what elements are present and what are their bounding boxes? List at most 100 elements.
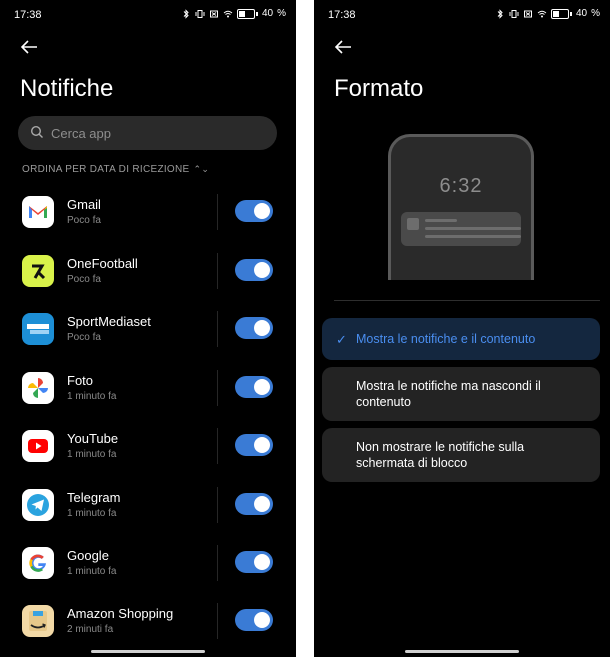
notification-toggle[interactable] [235,609,273,631]
row-divider [217,370,218,406]
app-name: SportMediaset [67,314,151,329]
toggle-knob [254,320,270,336]
battery-level: 40 [261,8,274,19]
option-label: Mostra le notifiche e il contenuto [356,332,536,346]
toggle-knob [254,554,270,570]
toggle-knob [254,437,270,453]
preview-notification-card [401,212,521,246]
option-label: Non mostrare le notifiche sulla schermat… [356,440,525,470]
option-label: Mostra le notifiche ma nascondi il conte… [356,379,541,409]
row-divider [217,603,218,639]
preview-line [425,227,521,230]
status-time: 17:38 [328,9,356,21]
notification-toggle[interactable] [235,434,273,456]
app-time: Poco fa [67,274,101,285]
sort-chevron-icon: ⌃⌄ [193,164,210,174]
app-time: Poco fa [67,332,101,343]
row-divider [217,253,218,289]
notification-toggle[interactable] [235,259,273,281]
onefootball-icon [22,255,54,287]
photos-icon [22,372,54,404]
toggle-knob [254,612,270,628]
divider [334,300,600,301]
home-indicator[interactable] [405,650,519,653]
notification-toggle[interactable] [235,376,273,398]
status-bar: 17:38 40% [0,0,296,28]
option-show-content[interactable]: ✓ Mostra le notifiche e il contenuto [322,318,600,360]
app-row-onefootball[interactable]: OneFootball Poco fa [0,253,296,311]
bluetooth-icon [183,8,189,19]
search-icon [30,125,43,138]
notification-toggle[interactable] [235,551,273,573]
row-divider [217,311,218,347]
battery-percent-sign: % [277,8,286,19]
app-row-gmail[interactable]: Gmail Poco fa [0,194,296,252]
toggle-knob [254,262,270,278]
app-row-sportmediaset[interactable]: SportMediaset Poco fa [0,311,296,369]
app-time: Poco fa [67,215,101,226]
wifi-icon [223,10,233,17]
app-row-telegram[interactable]: Telegram 1 minuto fa [0,487,296,545]
notification-toggle[interactable] [235,317,273,339]
sim-off-icon [523,10,532,17]
app-name: Telegram [67,490,121,505]
sort-selector[interactable]: ORDINA PER DATA DI RICEZIONE ⌃⌄ [22,164,209,175]
battery-percent-sign: % [591,8,600,19]
telegram-icon [22,489,54,521]
preview-line [425,235,521,238]
app-row-google[interactable]: Google 1 minuto fa [0,545,296,603]
page-title: Notifiche [20,75,114,102]
row-divider [217,487,218,523]
preview-clock: 6:32 [439,175,483,197]
sportmediaset-icon [22,313,54,345]
notification-toggle[interactable] [235,493,273,515]
app-row-foto[interactable]: Foto 1 minuto fa [0,370,296,428]
app-row-amazon-shopping[interactable]: Amazon Shopping 2 minuti fa [0,603,296,657]
row-divider [217,545,218,581]
option-hide-notifications[interactable]: Non mostrare le notifiche sulla schermat… [322,428,600,482]
checkmark-icon: ✓ [336,332,347,347]
sort-label: ORDINA PER DATA DI RICEZIONE [22,164,190,175]
toggle-knob [254,203,270,219]
preview-app-icon [407,218,419,230]
status-icons: 40% [495,8,600,19]
notification-toggle[interactable] [235,200,273,222]
app-name: Gmail [67,197,101,212]
battery-tip [569,11,572,16]
preview-line [425,219,457,222]
app-time: 1 minuto fa [67,391,117,402]
battery-icon [236,8,255,19]
app-name: Foto [67,373,94,388]
lockscreen-preview: 6:32 [388,134,534,280]
vibrate-icon [195,9,205,18]
bluetooth-icon [497,8,503,19]
app-name: YouTube [67,431,119,446]
page-title: Formato [334,75,424,102]
battery-tip [255,11,258,16]
app-time: 1 minuto fa [67,566,117,577]
google-icon [22,547,54,579]
lockscreen-format-screen: 17:38 40% Formato 6:32 ✓ Mostra le notif… [314,0,610,657]
status-icons: 40% [181,8,286,19]
toggle-knob [254,379,270,395]
youtube-icon [22,430,54,462]
notifications-screen: 17:38 40% Notifiche Cerca app ORDINA PER… [0,0,296,657]
row-divider [217,428,218,464]
battery-icon [550,8,569,19]
status-bar: 17:38 40% [314,0,610,28]
toggle-knob [254,496,270,512]
amazon-icon [22,605,54,637]
app-row-youtube[interactable]: YouTube 1 minuto fa [0,428,296,486]
search-placeholder: Cerca app [51,126,111,141]
app-time: 1 minuto fa [67,508,117,519]
vibrate-icon [509,9,519,18]
app-name: Google [67,548,109,563]
back-arrow-icon[interactable] [332,36,354,58]
sim-off-icon [209,10,218,17]
search-input[interactable]: Cerca app [18,116,277,150]
back-arrow-icon[interactable] [18,36,40,58]
app-name: OneFootball [67,256,138,271]
home-indicator[interactable] [91,650,205,653]
wifi-icon [537,10,547,17]
option-hide-content[interactable]: Mostra le notifiche ma nascondi il conte… [322,367,600,421]
